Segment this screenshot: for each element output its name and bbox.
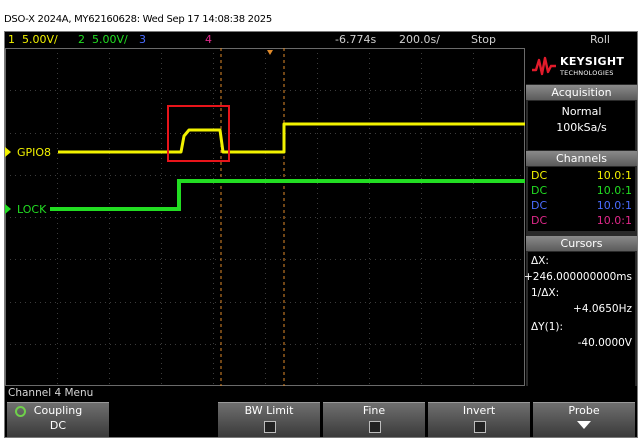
ch1-trace: [58, 122, 525, 154]
cursor-dy-label-row: ΔY(1):: [528, 319, 635, 335]
inv-dx-value: +4.0650Hz: [573, 303, 632, 315]
channel-coupling: DC: [531, 199, 548, 212]
title-text: DSO-X 2024A, MY62160628: Wed Sep 17 14:0…: [4, 14, 272, 25]
channel-probe: 10.0:1: [596, 184, 632, 197]
channel-coupling: DC: [531, 214, 548, 227]
channels-header[interactable]: Channels: [526, 151, 637, 166]
waveform-grid: GPIO8 LOCK: [5, 48, 525, 386]
cursor-invdx-value-row: +4.0650Hz: [528, 301, 635, 317]
channel-probe: 10.0:1: [596, 199, 632, 212]
ch3-number[interactable]: 3: [139, 33, 146, 46]
channel-coupling: DC: [531, 169, 548, 182]
probe-softkey[interactable]: Probe: [533, 402, 635, 437]
dx-label: ΔX:: [531, 255, 549, 267]
cursor-dx-label-row: ΔX:: [528, 253, 635, 269]
invert-softkey[interactable]: Invert: [428, 402, 530, 437]
dy-label: ΔY(1):: [531, 321, 564, 333]
ch1-ground-marker[interactable]: [5, 147, 11, 157]
bw-limit-softkey[interactable]: BW Limit: [218, 402, 320, 437]
keysight-wave-icon: [532, 56, 556, 76]
ch2-ground-marker[interactable]: [5, 204, 11, 214]
brand-sub: TECHNOLOGIES: [560, 69, 614, 77]
ch1-scale[interactable]: 5.00V/: [22, 33, 58, 46]
fine-checkbox[interactable]: [369, 421, 381, 433]
dx-value: +246.000000000ms: [524, 271, 632, 283]
brand-name: KEYSIGHT: [560, 55, 625, 68]
fine-softkey[interactable]: Fine: [323, 402, 425, 437]
cursor-invdx-label-row: 1/ΔX:: [528, 285, 635, 301]
time-offset[interactable]: -6.774s: [335, 33, 376, 46]
ch2-number[interactable]: 2: [78, 33, 85, 46]
coupling-softkey[interactable]: Coupling DC: [7, 402, 109, 437]
channel-probe: 10.0:1: [596, 169, 632, 182]
status-bar: 1 5.00V/ 2 5.00V/ 3 4 -6.774s 200.0s/ St…: [5, 32, 637, 48]
acquire-mode[interactable]: Roll: [590, 33, 610, 46]
fine-label: Fine: [362, 404, 386, 417]
ch1-trace-label: GPIO8: [17, 146, 51, 159]
ch2-trace-label: LOCK: [17, 203, 47, 216]
right-side-panel: KEYSIGHT TECHNOLOGIES Acquisition Normal…: [524, 48, 637, 386]
submenu-arrow-icon: [577, 421, 591, 429]
cursor-dy-value-row: -40.0000V: [528, 335, 635, 351]
ch2-trace: [50, 179, 525, 211]
channel-probe: 10.0:1: [596, 214, 632, 227]
ch2-scale[interactable]: 5.00V/: [92, 33, 128, 46]
inv-dx-label: 1/ΔX:: [531, 287, 560, 299]
ch1-number[interactable]: 1: [8, 33, 15, 46]
probe-label: Probe: [568, 404, 600, 417]
sample-rate: 100kSa/s: [556, 121, 607, 134]
cursors-header[interactable]: Cursors: [526, 236, 637, 251]
channel-row-1[interactable]: DC 10.0:1: [528, 168, 635, 183]
bw-limit-checkbox[interactable]: [264, 421, 276, 433]
coupling-value: DC: [49, 419, 67, 432]
bw-limit-label: BW Limit: [244, 404, 294, 417]
dy-value: -40.0000V: [577, 337, 632, 349]
trigger-marker: [267, 50, 273, 55]
invert-checkbox[interactable]: [474, 421, 486, 433]
keysight-logo: KEYSIGHT TECHNOLOGIES: [526, 48, 637, 84]
acquisition-header[interactable]: Acquisition: [526, 85, 637, 100]
acquisition-box: Normal 100kSa/s: [528, 101, 635, 150]
oscilloscope-screen: 1 5.00V/ 2 5.00V/ 3 4 -6.774s 200.0s/ St…: [4, 31, 638, 438]
acquisition-mode: Normal: [561, 105, 602, 118]
channel-coupling: DC: [531, 184, 548, 197]
coupling-label: Coupling: [33, 404, 83, 417]
softkey-bar: Coupling DC BW Limit Fine Invert Probe: [5, 400, 637, 437]
menu-title: Channel 4 Menu: [5, 386, 637, 400]
invert-label: Invert: [462, 404, 496, 417]
channel-row-2[interactable]: DC 10.0:1: [528, 183, 635, 198]
cursor-dx-value-row: +246.000000000ms: [524, 269, 635, 285]
channel-row-4[interactable]: DC 10.0:1: [528, 213, 635, 228]
run-state[interactable]: Stop: [471, 33, 496, 46]
channel-row-3[interactable]: DC 10.0:1: [528, 198, 635, 213]
window-titlebar: DSO-X 2024A, MY62160628: Wed Sep 17 14:0…: [0, 0, 640, 30]
time-scale[interactable]: 200.0s/: [399, 33, 440, 46]
ch4-number[interactable]: 4: [205, 33, 212, 46]
